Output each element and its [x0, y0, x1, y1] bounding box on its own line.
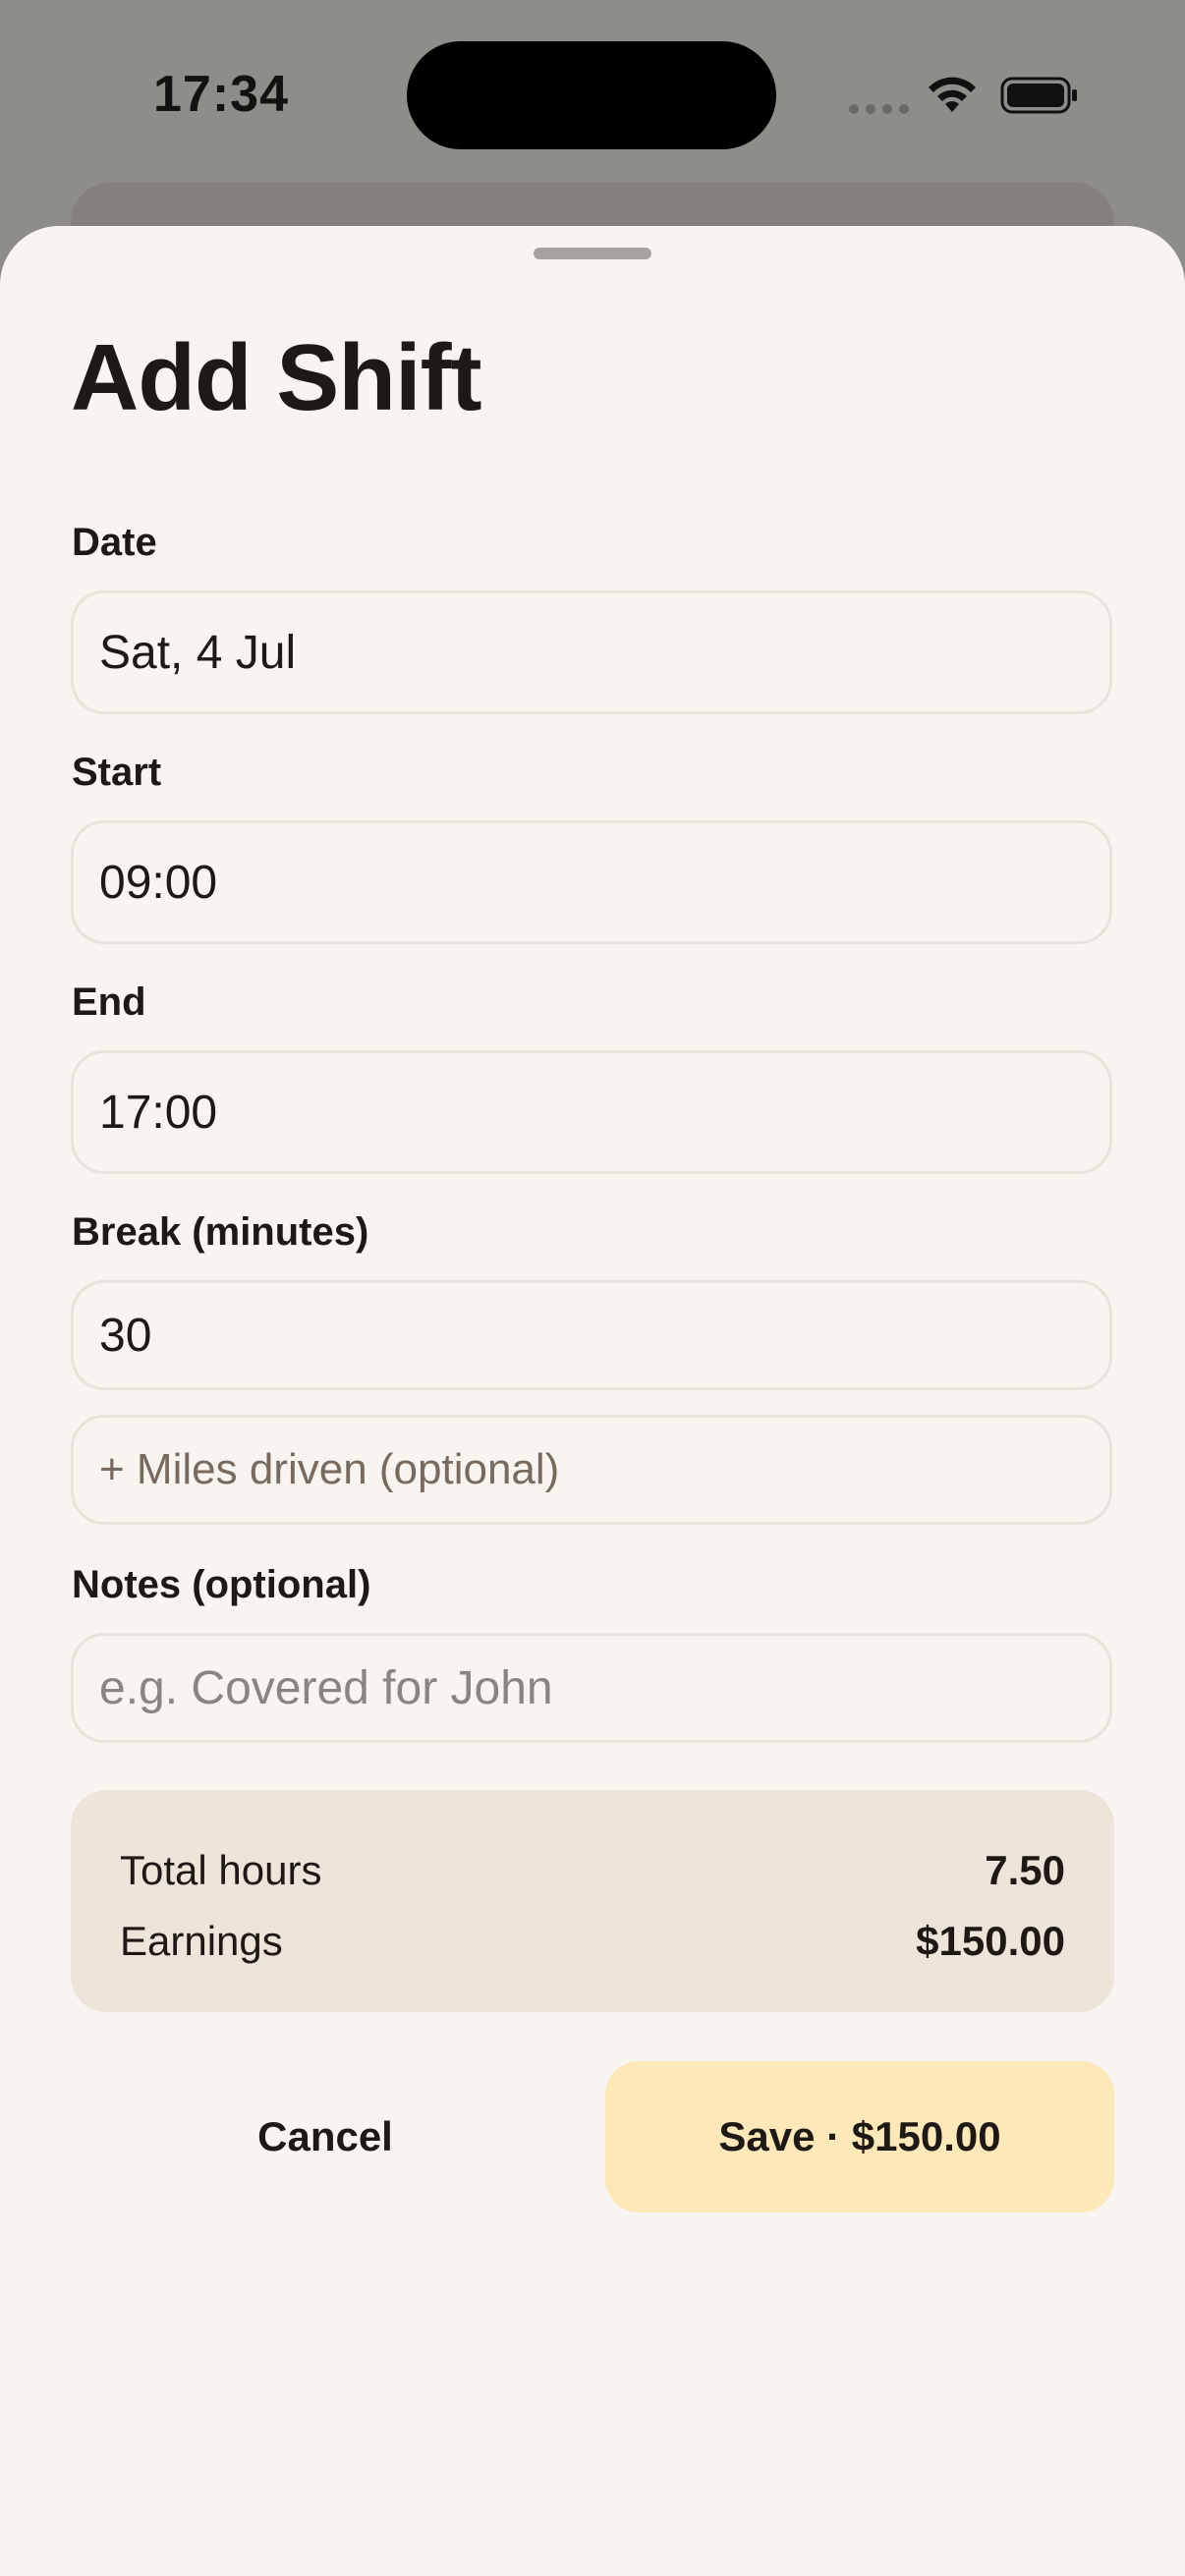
date-label: Date [72, 521, 157, 564]
total-hours-row: Total hours 7.50 [120, 1835, 1065, 1906]
earnings-row: Earnings $150.00 [120, 1906, 1065, 1977]
add-shift-sheet: Add Shift Date Sat, 4 Jul Start 09:00 En… [0, 226, 1185, 2576]
date-field[interactable]: Sat, 4 Jul [71, 590, 1112, 714]
status-time: 17:34 [153, 66, 289, 123]
notes-field[interactable]: e.g. Covered for John [71, 1633, 1112, 1743]
dynamic-island [407, 41, 776, 149]
sheet-title: Add Shift [71, 325, 482, 430]
add-miles-label: + Miles driven (optional) [99, 1445, 560, 1493]
cancel-button[interactable]: Cancel [71, 2061, 580, 2212]
break-minutes-field[interactable]: 30 [71, 1280, 1112, 1390]
save-button[interactable]: Save · $150.00 [605, 2061, 1114, 2212]
end-time-value: 17:00 [99, 1086, 218, 1139]
start-label: Start [72, 751, 162, 794]
sheet-grabber[interactable] [534, 248, 651, 259]
earnings-value: $150.00 [916, 1918, 1065, 1964]
status-bar: 17:34 [0, 0, 1185, 187]
notes-placeholder: e.g. Covered for John [99, 1661, 553, 1714]
break-label: Break (minutes) [72, 1210, 369, 1254]
break-minutes-value: 30 [99, 1309, 152, 1362]
date-value: Sat, 4 Jul [99, 626, 297, 679]
wifi-icon [929, 77, 976, 112]
battery-icon [1000, 77, 1077, 114]
start-time-value: 09:00 [99, 856, 218, 909]
cellular-dots-icon [849, 104, 909, 114]
total-hours-label: Total hours [120, 1847, 322, 1893]
total-hours-value: 7.50 [985, 1847, 1065, 1893]
earnings-label: Earnings [120, 1918, 283, 1964]
end-label: End [72, 980, 146, 1024]
start-time-field[interactable]: 09:00 [71, 820, 1112, 944]
notes-label: Notes (optional) [72, 1563, 371, 1606]
shift-summary: Total hours 7.50 Earnings $150.00 [71, 1790, 1114, 2012]
add-miles-button[interactable]: + Miles driven (optional) [71, 1415, 1112, 1525]
end-time-field[interactable]: 17:00 [71, 1050, 1112, 1174]
